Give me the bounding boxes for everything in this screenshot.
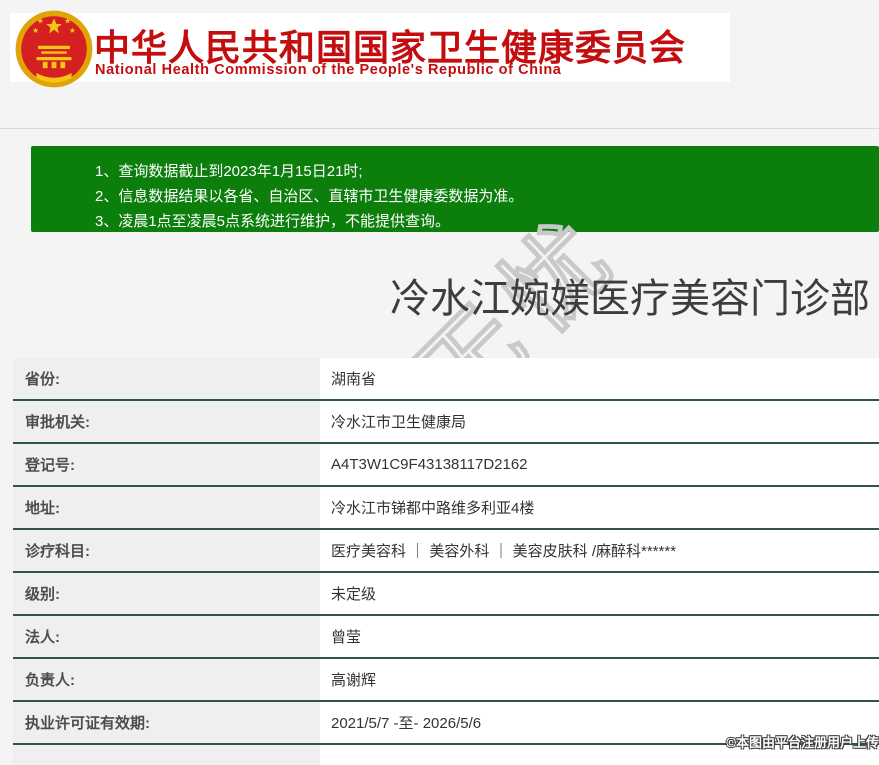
- header-title-english: National Health Commission of the People…: [95, 62, 562, 78]
- row-label: 诊疗科目:: [13, 530, 320, 571]
- row-value: 冷水江市锑都中路维多利亚4楼: [320, 487, 879, 528]
- header-divider: [0, 128, 879, 129]
- table-row-registration-number: 登记号: A4T3W1C9F43138117D2162: [13, 444, 879, 487]
- table-row-level: 级别: 未定级: [13, 573, 879, 616]
- row-value: 高谢辉: [320, 659, 879, 700]
- row-value: 医疗美容科 ｜ 美容外科 ｜ 美容皮肤科 /麻醉科******: [320, 530, 879, 571]
- notice-box: 1、查询数据截止到2023年1月15日21时; 2、信息数据结果以各省、自治区、…: [31, 146, 879, 232]
- footer-upload-watermark: ©本图由平台注册用户上传: [726, 735, 879, 750]
- table-row-address: 地址: 冷水江市锑都中路维多利亚4楼: [13, 487, 879, 530]
- row-label: 省份:: [13, 358, 320, 399]
- table-row-approval-authority: 审批机关: 冷水江市卫生健康局: [13, 401, 879, 444]
- row-label: 法人:: [13, 616, 320, 657]
- row-value: 冷水江市卫生健康局: [320, 401, 879, 442]
- row-label: 地址:: [13, 487, 320, 528]
- notice-line-1: 1、查询数据截止到2023年1月15日21时;: [95, 163, 363, 180]
- row-value: 曾莹: [320, 616, 879, 657]
- table-row-departments: 诊疗科目: 医疗美容科 ｜ 美容外科 ｜ 美容皮肤科 /麻醉科******: [13, 530, 879, 573]
- table-row-legal-person: 法人: 曾莹: [13, 616, 879, 659]
- row-value: 未定级: [320, 573, 879, 614]
- page-title: 冷水江婉媄医疗美容门诊部: [390, 277, 870, 321]
- row-value: A4T3W1C9F43138117D2162: [320, 444, 879, 485]
- row-label: 审批机关:: [13, 401, 320, 442]
- institution-details-table: 省份: 湖南省 审批机关: 冷水江市卫生健康局 登记号: A4T3W1C9F43…: [13, 358, 879, 765]
- row-label: 负责人:: [13, 659, 320, 700]
- row-value: 湖南省: [320, 358, 879, 399]
- row-label: 执业许可证有效期:: [13, 702, 320, 743]
- table-row-person-in-charge: 负责人: 高谢辉: [13, 659, 879, 702]
- table-row-province: 省份: 湖南省: [13, 358, 879, 401]
- header-banner: 中华人民共和国国家卫生健康委员会 National Health Commiss…: [10, 10, 730, 88]
- notice-line-2: 2、信息数据结果以各省、自治区、直辖市卫生健康委数据为准。: [95, 188, 524, 205]
- row-label: 级别:: [13, 573, 320, 614]
- row-label: 登记号:: [13, 444, 320, 485]
- notice-line-3: 3、凌晨1点至凌晨5点系统进行维护，不能提供查询。: [95, 213, 451, 230]
- china-national-emblem-icon: [15, 10, 93, 88]
- row-label: [13, 745, 320, 765]
